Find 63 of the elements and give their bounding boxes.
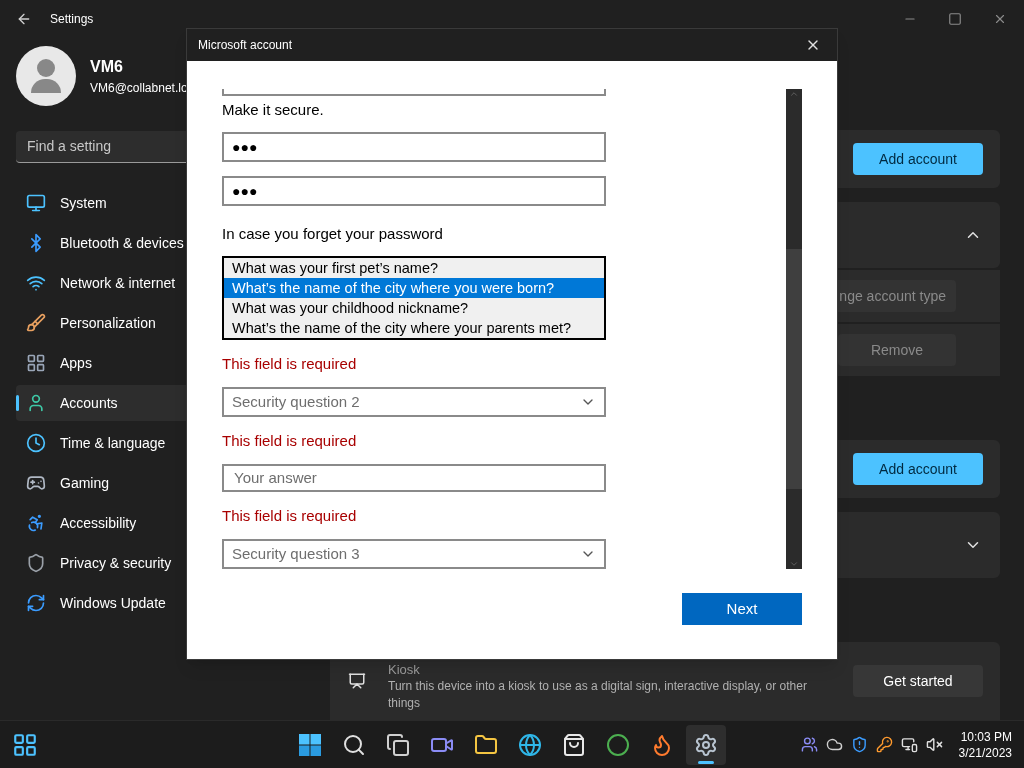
get-started-button[interactable]: Get started xyxy=(853,665,983,697)
list-option[interactable]: What’s the name of the city where your parents met? xyxy=(224,318,604,339)
security-question-select[interactable]: Security question 2 xyxy=(222,387,606,418)
back-arrow-icon[interactable] xyxy=(16,11,32,27)
maximize-icon[interactable] xyxy=(948,12,962,26)
error-message: This field is required xyxy=(222,506,357,526)
task-view-icon xyxy=(386,732,410,757)
account-action-button[interactable]: Remove xyxy=(838,334,956,366)
form-label: In case you forget your password xyxy=(222,224,443,245)
taskbar-app[interactable] xyxy=(686,724,726,765)
list-option[interactable]: What was your first pet’s name? xyxy=(224,258,604,279)
globe-icon xyxy=(518,732,542,757)
clock-time: 10:03 PM xyxy=(960,728,1012,745)
shield-warning-icon[interactable] xyxy=(850,736,868,753)
store-bag-icon xyxy=(562,732,586,757)
gamepad-icon xyxy=(26,473,46,493)
refresh-icon xyxy=(26,593,46,613)
widgets-icon[interactable] xyxy=(12,731,38,758)
folder-icon xyxy=(474,732,498,757)
monitor-icon xyxy=(26,193,46,213)
add-account-button[interactable]: Add account xyxy=(853,143,983,175)
circle-icon xyxy=(606,732,630,757)
password-field[interactable]: ●●● xyxy=(222,176,606,207)
key-icon[interactable] xyxy=(875,736,893,753)
kiosk-title: Kiosk xyxy=(388,662,421,678)
people-icon[interactable] xyxy=(800,736,818,753)
user-name: VM6 xyxy=(90,57,124,77)
network-icon[interactable] xyxy=(900,736,918,753)
form-label: Make it secure. xyxy=(222,100,324,121)
apps-icon xyxy=(26,353,46,373)
accessibility-icon xyxy=(26,513,46,533)
clock-icon xyxy=(26,433,46,453)
user-email: VM6@collabnet.lo xyxy=(90,80,188,97)
scrollbar[interactable] xyxy=(786,89,802,569)
person-icon xyxy=(26,393,46,413)
kiosk-description: Turn this device into a kiosk to use as a digital sign, interactive display, or other things xyxy=(388,678,808,712)
answer-field[interactable]: Your answer xyxy=(222,464,606,492)
security-question-list[interactable]: What was your first pet’s name? What’s the name of the city where you were born? What was your childhood nickname? What’s the name of the city where your parents met? xyxy=(222,256,606,341)
error-message: This field is required xyxy=(222,354,357,375)
error-message: This field is required xyxy=(222,431,357,452)
wifi-icon xyxy=(26,273,46,293)
search-icon xyxy=(342,732,366,757)
volume-muted-icon[interactable] xyxy=(925,736,943,753)
kiosk-icon xyxy=(348,672,366,690)
password-field[interactable]: ●●● xyxy=(222,132,606,163)
add-account-button[interactable]: Add account xyxy=(853,453,983,485)
next-button[interactable]: Next xyxy=(682,593,802,625)
shield-icon xyxy=(26,553,46,573)
list-option[interactable]: What’s the name of the city where you were born? xyxy=(224,278,604,299)
dialog-title: Microsoft account xyxy=(198,37,293,54)
input-field[interactable] xyxy=(222,89,606,97)
security-question-select[interactable]: Security question 3 xyxy=(222,539,606,569)
clock-date: 3/21/2023 xyxy=(958,744,1012,761)
scroll-up-icon xyxy=(789,89,799,99)
list-option[interactable]: What was your childhood nickname? xyxy=(224,298,604,319)
window-title: Settings xyxy=(50,11,94,28)
scroll-down-icon xyxy=(789,559,799,569)
nav-item[interactable]: Windows Update xyxy=(16,585,306,621)
cloud-icon[interactable] xyxy=(825,736,843,753)
brush-icon xyxy=(26,313,46,333)
avatar xyxy=(16,46,76,106)
settings-icon xyxy=(694,732,718,757)
windows-logo-icon xyxy=(298,732,322,757)
